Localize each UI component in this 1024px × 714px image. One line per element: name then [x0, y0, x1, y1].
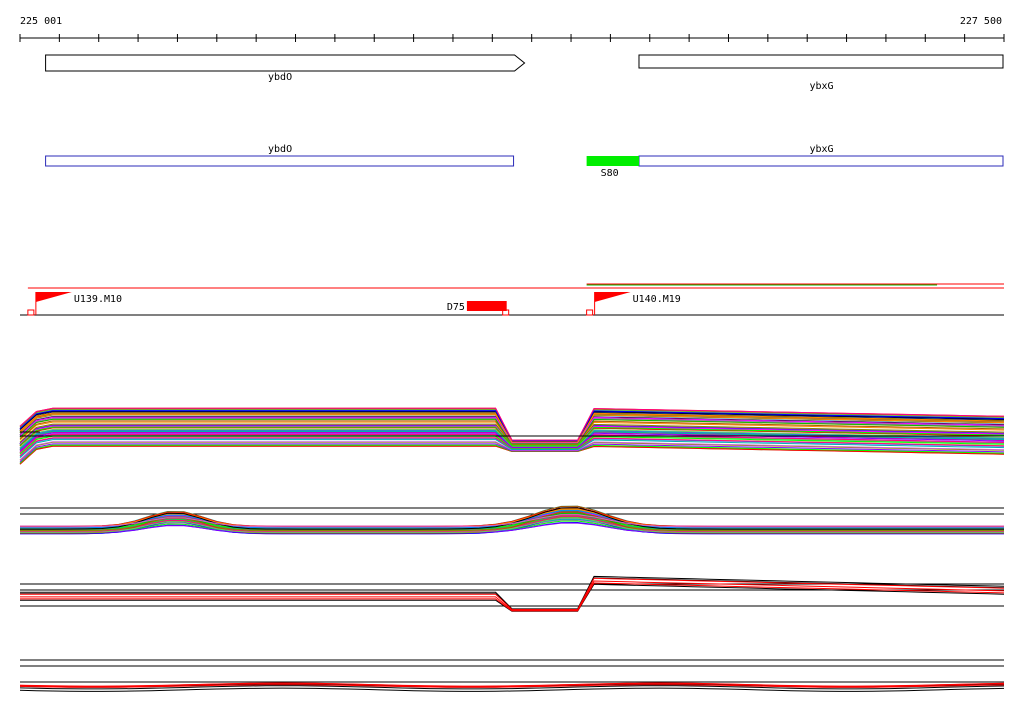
axis-end-label: 227 500: [960, 16, 1002, 27]
genome-browser-view: 225 001 227 500 ybdO ybxG ybdO ybxG S80 U13…: [19, 16, 1005, 692]
gene-annotation-label: ybxG: [809, 144, 833, 155]
gene-annotation-label: ybdO: [268, 144, 292, 155]
promoter-site: [27, 309, 35, 316]
feature-label: S80: [601, 168, 619, 179]
axis-start-label: 225 001: [20, 16, 62, 27]
terminator-label: D75: [447, 302, 465, 313]
promoter-label: U140.M19: [633, 294, 681, 305]
feature-box: [586, 156, 639, 166]
expression-profile-track-3: [20, 575, 1005, 612]
promoter-flag: [594, 292, 631, 302]
gene-annotation-box: [638, 155, 1004, 167]
regulation-track: U139.M10 U140.M19 D75: [20, 283, 1004, 316]
terminator-box: [466, 301, 507, 311]
promoter-flag: [35, 292, 72, 302]
gene-label: ybxG: [809, 81, 833, 92]
gene-arrow-track: ybdO ybxG: [45, 54, 1004, 92]
profile-curve: [20, 583, 1005, 612]
gene-box: [638, 54, 1004, 69]
profile-curve: [19, 682, 1005, 687]
promoter-label: U139.M10: [74, 294, 122, 305]
expression-profile-track-4: [19, 659, 1005, 692]
coordinate-axis: [19, 34, 1005, 42]
profile-curve: [20, 575, 1005, 610]
promoter-site: [586, 309, 594, 316]
gene-annotation-box: [45, 155, 515, 167]
gene-label: ybdO: [268, 72, 292, 83]
expression-profile-track-2: [20, 505, 1004, 535]
gene-annotation-track: ybdO ybxG S80: [45, 144, 1004, 179]
gene-arrow: [45, 54, 526, 72]
expression-profile-track-1: [19, 407, 1005, 465]
